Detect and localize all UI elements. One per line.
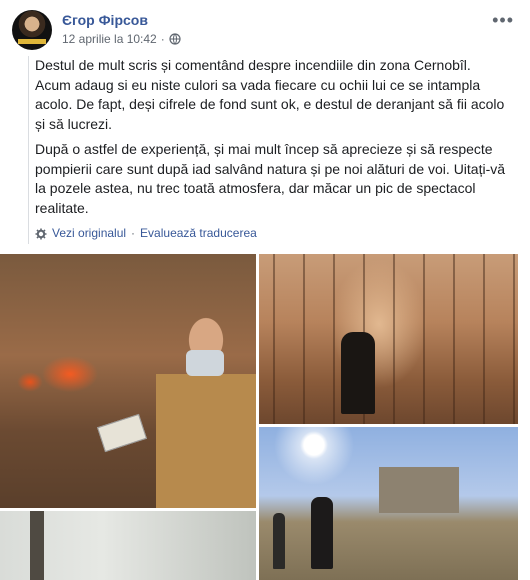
translation-bar: Vezi originalul · Evaluează traducerea — [35, 224, 509, 244]
see-original-link[interactable]: Vezi originalul — [52, 224, 126, 244]
post-header: Єгор Фірсов 12 aprilie la 10:42 · ••• — [12, 8, 518, 50]
post-paragraph-1: Destul de mult scris și comentând despre… — [35, 57, 505, 132]
photo-grid — [0, 254, 530, 580]
post-paragraph-2: După o astfel de experiență, și mai mult… — [35, 141, 506, 216]
post-body: Destul de mult scris și comentând despre… — [28, 56, 509, 244]
photo-tree-trunk[interactable] — [0, 511, 256, 580]
more-options-button[interactable]: ••• — [492, 10, 514, 31]
author-name[interactable]: Єгор Фірсов — [62, 12, 148, 28]
photo-field-workers[interactable] — [259, 427, 518, 580]
translate-separator: · — [131, 226, 136, 240]
rate-translation-link[interactable]: Evaluează traducerea — [140, 224, 257, 244]
gear-icon[interactable] — [35, 228, 47, 240]
photo-forest-path[interactable] — [259, 254, 518, 424]
post-timestamp[interactable]: 12 aprilie la 10:42 — [62, 32, 157, 46]
post-meta: 12 aprilie la 10:42 · — [62, 32, 181, 46]
meta-separator: · — [160, 32, 165, 46]
globe-icon — [169, 33, 181, 45]
photo-fire-man[interactable] — [0, 254, 256, 508]
avatar[interactable] — [12, 10, 52, 50]
